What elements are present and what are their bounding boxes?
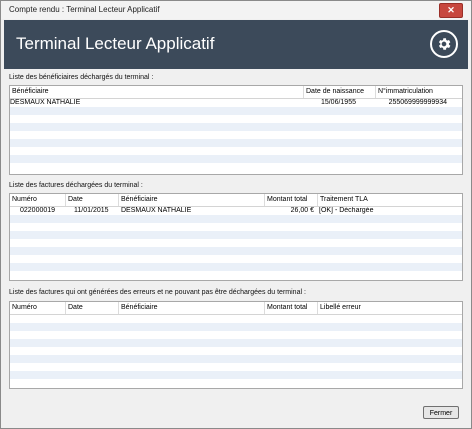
empty-row: [10, 331, 462, 339]
empty-row: [10, 323, 462, 331]
erreurs-grid[interactable]: Numéro Date Bénéficiaire Montant total L…: [9, 301, 463, 389]
column-header-beneficiaire[interactable]: Bénéficiaire: [118, 302, 264, 314]
column-header-immatriculation[interactable]: N°immatriculation: [375, 86, 462, 98]
window-title: Compte rendu : Terminal Lecteur Applicat…: [9, 5, 160, 14]
column-header-beneficiaire[interactable]: Bénéficiaire: [10, 86, 303, 98]
empty-row: [10, 339, 462, 347]
column-header-beneficiaire[interactable]: Bénéficiaire: [118, 194, 264, 206]
empty-row: [10, 115, 462, 123]
empty-row: [10, 315, 462, 323]
factures-label: Liste des factures déchargées du termina…: [9, 182, 143, 189]
empty-row: [10, 271, 462, 279]
numero-cell: 022000019: [20, 207, 56, 214]
report-window: Compte rendu : Terminal Lecteur Applicat…: [0, 0, 472, 429]
date-cell: 11/01/2015: [74, 207, 109, 214]
empty-row: [10, 231, 462, 239]
date-naissance-cell: 15/06/1955: [320, 99, 356, 106]
title-bar[interactable]: Compte rendu : Terminal Lecteur Applicat…: [1, 1, 471, 19]
montant-cell: 26,00 €: [290, 207, 314, 214]
column-header-date-naissance[interactable]: Date de naissance: [303, 86, 375, 98]
traitement-cell: [OK] - Déchargée: [319, 207, 374, 214]
empty-row: [10, 363, 462, 371]
close-button[interactable]: Fermer: [423, 406, 459, 419]
column-header-libelle-erreur[interactable]: Libellé erreur: [317, 302, 462, 314]
banner-title: Terminal Lecteur Applicatif: [16, 34, 215, 53]
content-area: Liste des bénéficiaires déchargés du ter…: [4, 69, 468, 426]
erreurs-label: Liste des factures qui ont générées des …: [9, 289, 306, 296]
table-row[interactable]: 022000019 11/01/2015 DESMAUX NATHALIE 26…: [10, 207, 462, 215]
empty-row: [10, 107, 462, 115]
beneficiaires-grid[interactable]: Bénéficiaire Date de naissance N°immatri…: [9, 85, 463, 175]
column-header-montant[interactable]: Montant total: [264, 194, 317, 206]
header-banner: Terminal Lecteur Applicatif: [4, 20, 468, 69]
beneficiaire-cell: DESMAUX NATHALIE: [121, 207, 192, 214]
empty-row: [10, 163, 462, 171]
settings-button[interactable]: [430, 30, 458, 58]
erreurs-header: Numéro Date Bénéficiaire Montant total L…: [10, 302, 462, 315]
empty-row: [10, 123, 462, 131]
column-header-numero[interactable]: Numéro: [10, 302, 65, 314]
column-header-numero[interactable]: Numéro: [10, 194, 65, 206]
empty-row: [10, 263, 462, 271]
empty-row: [10, 147, 462, 155]
column-header-traitement[interactable]: Traitement TLA: [317, 194, 462, 206]
empty-row: [10, 131, 462, 139]
table-row[interactable]: DESMAUX NATHALIE 15/06/1955 255069999999…: [10, 99, 462, 107]
empty-row: [10, 347, 462, 355]
beneficiaire-cell: DESMAUX NATHALIE: [10, 99, 81, 106]
empty-row: [10, 155, 462, 163]
column-header-montant[interactable]: Montant total: [264, 302, 317, 314]
empty-row: [10, 255, 462, 263]
empty-row: [10, 355, 462, 363]
factures-grid[interactable]: Numéro Date Bénéficiaire Montant total T…: [9, 193, 463, 281]
gear-icon: [438, 38, 451, 50]
beneficiaires-header: Bénéficiaire Date de naissance N°immatri…: [10, 86, 462, 99]
empty-row: [10, 239, 462, 247]
close-window-button[interactable]: ✕: [439, 3, 463, 18]
column-header-date[interactable]: Date: [65, 194, 118, 206]
empty-row: [10, 379, 462, 387]
beneficiaires-label: Liste des bénéficiaires déchargés du ter…: [9, 74, 154, 81]
immatriculation-cell: 255069999999934: [388, 99, 447, 106]
empty-row: [10, 371, 462, 379]
column-header-date[interactable]: Date: [65, 302, 118, 314]
empty-row: [10, 139, 462, 147]
factures-header: Numéro Date Bénéficiaire Montant total T…: [10, 194, 462, 207]
empty-row: [10, 247, 462, 255]
empty-row: [10, 215, 462, 223]
empty-row: [10, 223, 462, 231]
